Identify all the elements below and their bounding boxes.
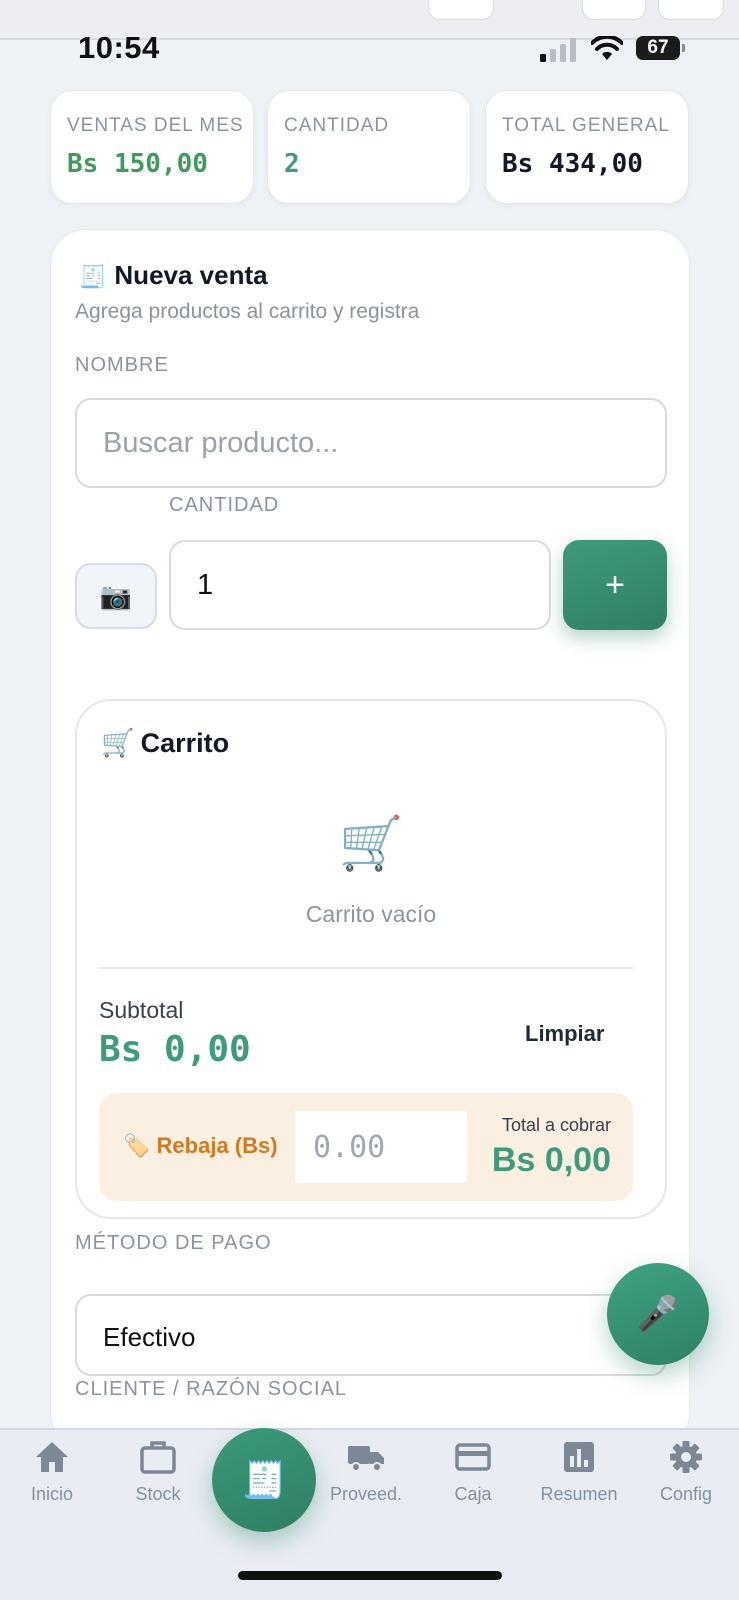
stat-card-monthly-sales: VENTAS DEL MES Bs 150,00 [50,90,254,204]
top-chip [428,0,494,20]
nav-label: Caja [454,1484,492,1504]
cart-divider [99,967,633,969]
cart-title-text: Carrito [140,728,230,758]
truck-icon [348,1446,384,1472]
camera-icon: 📷 [99,580,133,611]
stat-value: 2 [284,149,300,179]
nav-label: Stock [135,1484,181,1504]
nav-item-config[interactable]: Config [636,1440,736,1505]
cart-panel: 🛒 Carrito 🛒 Carrito vacío Subtotal Bs 0,0… [75,699,667,1219]
new-sale-title: 🧾 Nueva venta [79,260,268,291]
top-chip [658,0,724,20]
status-time: 10:54 [78,30,160,65]
voice-input-button[interactable]: 🎤 [607,1263,709,1365]
nav-item-inicio[interactable]: Inicio [2,1440,102,1505]
battery-indicator: 67 [636,36,685,60]
stat-card-total: TOTAL GENERAL Bs 434,00 [485,90,689,204]
quantity-label: CANTIDAD [169,494,280,516]
cart-icon: 🛒 [101,728,135,758]
tag-icon: 🏷️ [123,1133,151,1158]
gear-icon [670,1441,702,1473]
empty-cart-text: Carrito vacío [305,901,437,927]
wifi-icon [591,36,623,60]
discount-label-text: Rebaja (Bs) [156,1133,278,1158]
camera-scan-button[interactable]: 📷 [75,563,157,629]
product-search-input[interactable] [75,398,667,488]
cart-title: 🛒 Carrito [101,727,229,759]
add-to-cart-button[interactable]: + [563,540,667,630]
home-icon [36,1442,68,1472]
quantity-input[interactable] [169,540,551,630]
stat-label: TOTAL GENERAL [502,115,670,136]
discount-input[interactable] [295,1111,467,1183]
total-value: Bs 0,00 [491,1141,611,1179]
plus-icon: + [605,565,625,604]
home-indicator [238,1571,502,1580]
stat-label: CANTIDAD [284,115,390,136]
top-chip [582,0,646,20]
chart-icon [564,1442,594,1472]
payment-method-select[interactable]: Efectivo [75,1294,667,1376]
subtotal-label: Subtotal [99,997,184,1023]
microphone-icon: 🎤 [636,1295,680,1333]
nav-item-proveed[interactable]: Proveed. [316,1440,416,1505]
nav-label: Inicio [30,1484,74,1504]
client-label: CLIENTE / RAZÓN SOCIAL [75,1378,348,1400]
stat-card-quantity: CANTIDAD 2 [267,90,471,204]
payment-method-label: MÉTODO DE PAGO [75,1232,272,1254]
subtotal-value: Bs 0,00 [99,1029,251,1070]
nav-sales-button[interactable]: 🧾 [212,1428,316,1532]
nav-item-stock[interactable]: Stock [108,1440,208,1505]
receipt-icon: 🧾 [241,1459,287,1500]
cellular-signal-icon [540,38,576,62]
new-sale-subtitle: Agrega productos al carrito y registra [75,300,420,323]
status-bar: 10:54 67 [0,28,739,72]
nav-label: Proveed. [329,1484,403,1504]
discount-panel: 🏷️ Rebaja (Bs) Total a cobrar Bs 0,00 [99,1093,633,1201]
new-sale-card: 🧾 Nueva venta Agrega productos al carrito… [50,229,690,1449]
nav-label: Config [659,1484,713,1504]
new-sale-title-text: Nueva venta [114,260,268,290]
total-label: Total a cobrar [501,1115,611,1135]
nav-label: Resumen [540,1484,618,1504]
nav-item-caja[interactable]: Caja [423,1440,523,1505]
empty-cart-icon: 🛒 [338,815,404,873]
discount-label: 🏷️ Rebaja (Bs) [123,1133,278,1159]
stat-label: VENTAS DEL MES [67,115,244,136]
nav-item-resumen[interactable]: Resumen [529,1440,629,1505]
name-label: NOMBRE [75,354,169,376]
clear-cart-button[interactable]: Limpiar [525,1021,604,1047]
box-icon [140,1441,176,1474]
card-icon [455,1443,491,1471]
receipt-icon: 🧾 [79,264,107,289]
stat-value: Bs 434,00 [502,149,643,179]
stat-value: Bs 150,00 [67,149,208,179]
